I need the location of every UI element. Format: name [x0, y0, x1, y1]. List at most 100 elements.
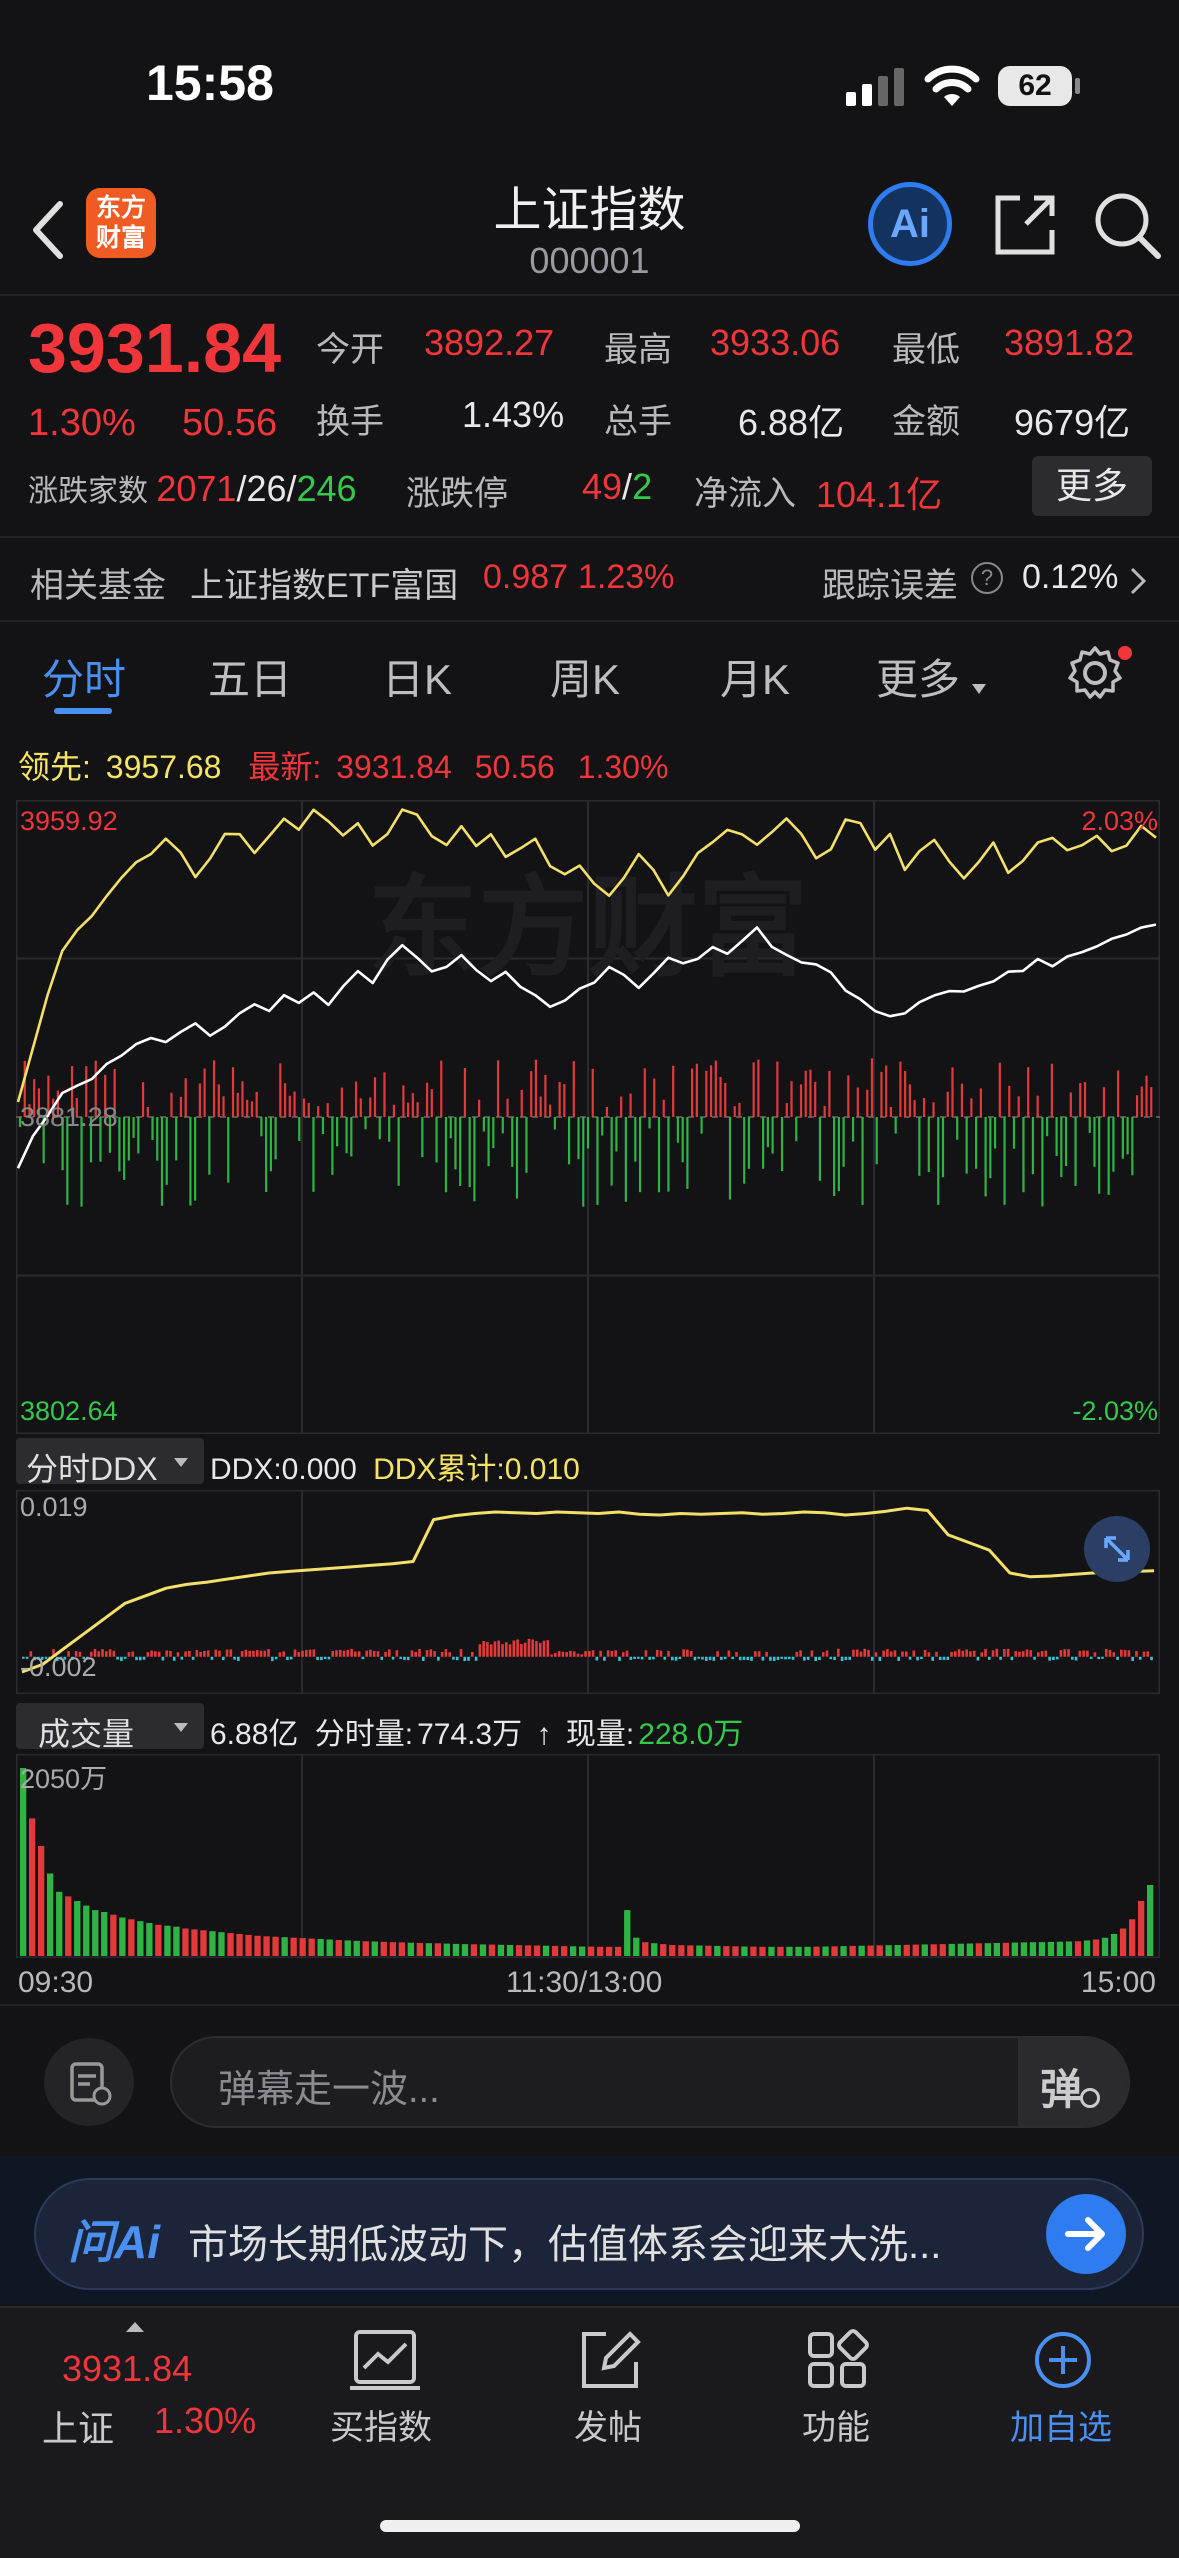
ddx-neg-bar: [640, 1656, 644, 1660]
tab-five-day[interactable]: 五日: [208, 646, 292, 707]
tab-daily-k[interactable]: 日K: [382, 646, 452, 707]
ddx-neg-bar: [946, 1656, 950, 1660]
ddx-pos-bar: [625, 1650, 629, 1657]
volume-bar: [1047, 1941, 1055, 1956]
volume-bar: [218, 1932, 225, 1956]
volume-bar: [768, 1946, 775, 1956]
volume-chart[interactable]: 2050万: [16, 1754, 1160, 1958]
volume-bar: [515, 1945, 523, 1956]
ddx-pos-bar: [335, 1650, 338, 1657]
ai-button[interactable]: Ai: [868, 182, 952, 266]
volume-bar: [1147, 1885, 1154, 1956]
volume-bar: [407, 1942, 414, 1956]
more-button[interactable]: 更多: [1032, 456, 1152, 516]
nav-functions[interactable]: 功能: [772, 2328, 902, 2458]
nav-index-name: 上证: [42, 2408, 115, 2449]
danmaku-settings-icon[interactable]: [44, 2038, 134, 2126]
high-value: 3933.06: [710, 322, 841, 363]
ddx-chart[interactable]: 0.019 -0.002: [16, 1490, 1160, 1694]
ddx-pos-bar: [512, 1640, 516, 1657]
share-icon[interactable]: [990, 190, 1060, 260]
volume-bar: [425, 1943, 432, 1956]
volume-selector[interactable]: 成交量: [16, 1703, 204, 1752]
volume-bar: [948, 1943, 955, 1956]
ddx-neg-bar: [742, 1656, 746, 1661]
ddx-pos-bar: [1078, 1650, 1082, 1657]
ddx-neg-bar: [1074, 1656, 1078, 1661]
ddx-pos-bar: [935, 1651, 938, 1657]
settings-gear-icon[interactable]: [1066, 644, 1124, 702]
nav-post[interactable]: 发帖: [546, 2328, 676, 2458]
danmaku-toggle-button[interactable]: 弹: [1018, 2038, 1128, 2126]
ddx-neg-bar: [629, 1656, 633, 1660]
search-icon[interactable]: [1092, 190, 1164, 262]
help-icon[interactable]: ?: [971, 562, 1003, 594]
tab-more[interactable]: 更多: [876, 646, 960, 707]
ddx-pos-bar: [146, 1652, 150, 1657]
ddx-neg-bar: [180, 1656, 184, 1660]
ddx-pos-bar: [859, 1651, 863, 1657]
ddx-neg-bar: [720, 1656, 723, 1660]
ddx-pos-bar: [448, 1652, 451, 1657]
ddx-pos-bar: [482, 1640, 485, 1657]
ddx-neg-bar: [844, 1656, 848, 1661]
volume-bar: [678, 1945, 685, 1956]
volume-bar: [281, 1937, 288, 1956]
ddx-neg-bar: [618, 1656, 621, 1661]
ddx-pos-bar: [418, 1648, 421, 1657]
volume-bar: [1110, 1934, 1118, 1956]
ddx-pos-bar: [927, 1652, 931, 1657]
ddx-pos-bar: [1108, 1649, 1112, 1657]
nav-add-watchlist[interactable]: 加自选: [998, 2328, 1128, 2458]
ddx-pos-bar: [904, 1651, 908, 1657]
ddx-neg-bar: [776, 1656, 780, 1660]
caret-down-icon: [972, 684, 986, 694]
ddx-neg-bar: [323, 1656, 327, 1660]
ddx-pos-bar: [165, 1650, 168, 1657]
ddx-neg-bar: [116, 1656, 119, 1660]
ddx-pos-bar: [810, 1650, 814, 1657]
ddx-pos-bar: [376, 1651, 380, 1657]
ddx-pos-bar: [1059, 1650, 1063, 1657]
volume-bar: [326, 1939, 333, 1956]
ddx-pos-bar: [557, 1651, 561, 1657]
volume-bar: [804, 1946, 811, 1956]
index-quick-view[interactable]: 3931.84 上证 1.30%: [40, 2308, 280, 2458]
ddx-neg-bar: [840, 1656, 844, 1662]
volume-bar: [840, 1946, 847, 1956]
ddx-neg-bar: [671, 1656, 674, 1661]
ddx-neg-bar: [595, 1656, 599, 1661]
volume-bar: [245, 1934, 252, 1956]
ddx-pos-bar: [1142, 1651, 1146, 1657]
expand-chart-icon[interactable]: [1084, 1516, 1150, 1582]
tab-monthly-k[interactable]: 月K: [720, 646, 790, 707]
amount-value: 9679亿: [1014, 402, 1131, 443]
intraday-price-chart[interactable]: 东方财富 3959.92 3881.28 3802.64 2.03% -2.03…: [16, 800, 1160, 1434]
danmaku-input[interactable]: 弹幕走一波... 弹: [170, 2036, 1130, 2128]
ddx-neg-bar: [1055, 1656, 1059, 1660]
related-fund-row[interactable]: 相关基金 上证指数ETF富国 0.987 1.23% 跟踪误差 ? 0.12%: [0, 540, 1179, 620]
ddx-bottom-label: -0.002: [20, 1652, 97, 1682]
ddx-pos-bar: [599, 1650, 602, 1657]
ddx-pos-bar: [297, 1652, 301, 1657]
ddx-pos-bar: [1063, 1649, 1067, 1657]
ddx-pos-bar: [372, 1650, 376, 1657]
ddx-selector[interactable]: 分时DDX: [16, 1438, 204, 1487]
tab-weekly-k[interactable]: 周K: [550, 646, 620, 707]
volume-bar: [903, 1944, 910, 1956]
nav-buy-index[interactable]: 买指数: [320, 2328, 450, 2458]
ai-banner[interactable]: 问Ai 市场长期低波动下，估值体系会迎来大洗...: [34, 2178, 1144, 2290]
arrow-right-button[interactable]: [1046, 2194, 1126, 2274]
ddx-pos-bar: [516, 1639, 519, 1657]
ddx-pos-bar: [1021, 1651, 1025, 1657]
volume-bar: [624, 1910, 631, 1956]
ddx-neg-bar: [916, 1656, 919, 1661]
volume-bar: [209, 1931, 216, 1956]
volume-bar: [849, 1945, 856, 1956]
tracking-label: 跟踪误差: [822, 567, 958, 605]
ddx-pos-bar: [188, 1650, 191, 1657]
ddx-pos-bar: [961, 1650, 965, 1657]
volume-bar: [705, 1945, 712, 1956]
open-value: 3892.27: [424, 322, 555, 363]
tab-intraday[interactable]: 分时: [42, 646, 126, 707]
